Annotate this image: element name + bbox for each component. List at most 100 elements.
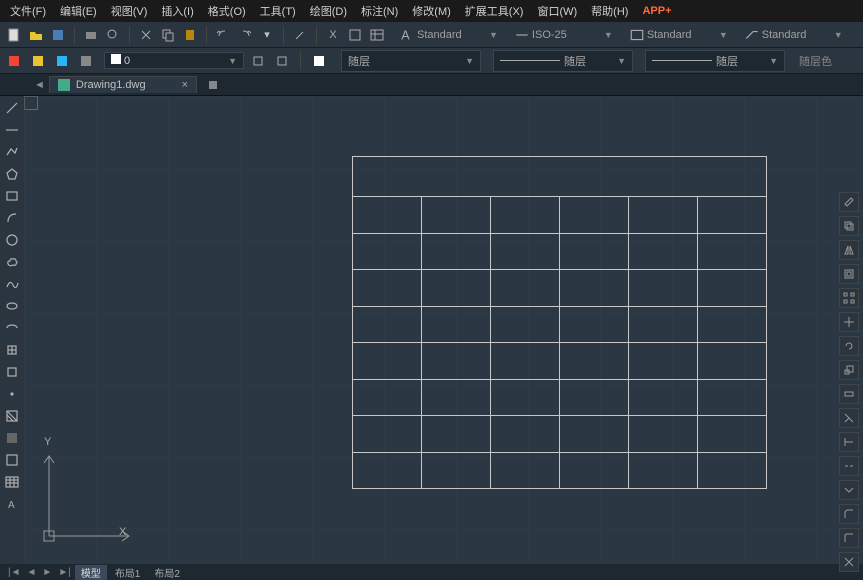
- table-cell[interactable]: [422, 197, 491, 233]
- table-cell[interactable]: [629, 197, 698, 233]
- table-cell[interactable]: [698, 197, 766, 233]
- layout-last-icon[interactable]: ►|: [56, 567, 73, 578]
- tab-copy-button[interactable]: [203, 75, 223, 95]
- paste-button[interactable]: [180, 25, 200, 45]
- offset-tool[interactable]: [839, 264, 859, 284]
- menu-insert[interactable]: 插入(I): [155, 1, 199, 21]
- document-tab[interactable]: Drawing1.dwg ×: [49, 76, 197, 93]
- layer-prev-button[interactable]: [272, 51, 292, 71]
- insert-block-tool[interactable]: [2, 340, 22, 360]
- drawing-canvas[interactable]: X Y: [24, 96, 863, 564]
- arc-tool[interactable]: [2, 208, 22, 228]
- tab-prev-icon[interactable]: ◄: [30, 79, 49, 91]
- table-cell[interactable]: [698, 307, 766, 343]
- region-tool[interactable]: [2, 450, 22, 470]
- model-tab[interactable]: 模型: [75, 565, 107, 580]
- linetype-dropdown-1[interactable]: 随层 ▼: [341, 50, 481, 72]
- gradient-tool[interactable]: [2, 428, 22, 448]
- table-cell[interactable]: [491, 234, 560, 270]
- menu-edit[interactable]: 编辑(E): [54, 1, 103, 21]
- join-tool[interactable]: [839, 480, 859, 500]
- table-cell[interactable]: [560, 234, 629, 270]
- table-cell[interactable]: [698, 343, 766, 379]
- table-cell[interactable]: [698, 270, 766, 306]
- save-button[interactable]: [48, 25, 68, 45]
- table-cell[interactable]: [698, 234, 766, 270]
- mirror-tool[interactable]: [839, 240, 859, 260]
- table-cell[interactable]: [698, 380, 766, 416]
- table-cell[interactable]: [422, 380, 491, 416]
- table-cell[interactable]: [560, 270, 629, 306]
- table-cell[interactable]: [560, 380, 629, 416]
- table-tool[interactable]: [2, 472, 22, 492]
- table-cell[interactable]: [422, 307, 491, 343]
- menu-dimension[interactable]: 标注(N): [355, 1, 404, 21]
- tool-hatch-button[interactable]: [345, 25, 365, 45]
- table-cell[interactable]: [629, 453, 698, 489]
- table-cell[interactable]: [560, 197, 629, 233]
- tab-close-icon[interactable]: ×: [182, 79, 188, 91]
- menu-window[interactable]: 窗口(W): [531, 1, 583, 21]
- table-cell[interactable]: [491, 453, 560, 489]
- table-cell[interactable]: [491, 197, 560, 233]
- tool-table-button[interactable]: [367, 25, 387, 45]
- table-cell[interactable]: [353, 343, 422, 379]
- chevron-down-icon[interactable]: ▼: [489, 30, 498, 40]
- table-cell[interactable]: [353, 416, 422, 452]
- open-file-button[interactable]: [26, 25, 46, 45]
- menu-tools[interactable]: 工具(T): [254, 1, 302, 21]
- undo-button[interactable]: [213, 25, 233, 45]
- layout-next-icon[interactable]: ►: [40, 567, 54, 578]
- copy-tool[interactable]: [839, 216, 859, 236]
- table-cell[interactable]: [353, 307, 422, 343]
- layer-iso-button[interactable]: [248, 51, 268, 71]
- redo-button[interactable]: [235, 25, 255, 45]
- table-cell[interactable]: [353, 197, 422, 233]
- plot-button[interactable]: [81, 25, 101, 45]
- table-cell[interactable]: [560, 307, 629, 343]
- layer-lock-icon[interactable]: [76, 51, 96, 71]
- dim-style-dropdown[interactable]: ISO-25 ▼: [510, 27, 617, 43]
- table-style-dropdown[interactable]: Standard ▼: [625, 27, 732, 43]
- table-cell[interactable]: [422, 234, 491, 270]
- ellipse-tool[interactable]: [2, 296, 22, 316]
- table-cell[interactable]: [629, 234, 698, 270]
- table-cell[interactable]: [698, 453, 766, 489]
- hatch-tool[interactable]: [2, 406, 22, 426]
- array-tool[interactable]: [839, 288, 859, 308]
- mleader-style-dropdown[interactable]: Standard ▼: [740, 27, 847, 43]
- make-block-tool[interactable]: [2, 362, 22, 382]
- chevron-down-icon[interactable]: ▼: [228, 56, 237, 66]
- table-cell[interactable]: [491, 343, 560, 379]
- layer-dropdown[interactable]: 0 ▼: [104, 52, 244, 69]
- chevron-down-icon[interactable]: ▼: [769, 56, 778, 66]
- table-cell[interactable]: [422, 416, 491, 452]
- table-cell[interactable]: [491, 416, 560, 452]
- table-cell[interactable]: [629, 416, 698, 452]
- drawing-table-object[interactable]: [352, 156, 767, 489]
- chevron-down-icon[interactable]: ▼: [834, 30, 843, 40]
- rectangle-tool[interactable]: [2, 186, 22, 206]
- table-cell[interactable]: [629, 307, 698, 343]
- erase-tool[interactable]: [839, 192, 859, 212]
- table-cell[interactable]: [353, 453, 422, 489]
- text-style-dropdown[interactable]: A Standard ▼: [395, 27, 502, 43]
- table-cell[interactable]: [422, 453, 491, 489]
- cut-button[interactable]: [136, 25, 156, 45]
- mtext-tool[interactable]: A: [2, 494, 22, 514]
- chevron-down-icon[interactable]: ▼: [604, 30, 613, 40]
- menu-help[interactable]: 帮助(H): [585, 1, 634, 21]
- xline-tool[interactable]: [2, 120, 22, 140]
- new-file-button[interactable]: [4, 25, 24, 45]
- line-tool[interactable]: [2, 98, 22, 118]
- chevron-down-icon[interactable]: ▼: [465, 56, 474, 66]
- menu-format[interactable]: 格式(O): [202, 1, 252, 21]
- spline-tool[interactable]: [2, 274, 22, 294]
- explode-tool[interactable]: [839, 552, 859, 572]
- table-cell[interactable]: [491, 380, 560, 416]
- layer-bulb-icon[interactable]: [28, 51, 48, 71]
- layout1-tab[interactable]: 布局1: [109, 565, 147, 580]
- polyline-tool[interactable]: [2, 142, 22, 162]
- copy-button[interactable]: [158, 25, 178, 45]
- menu-appplus[interactable]: APP+: [636, 3, 677, 19]
